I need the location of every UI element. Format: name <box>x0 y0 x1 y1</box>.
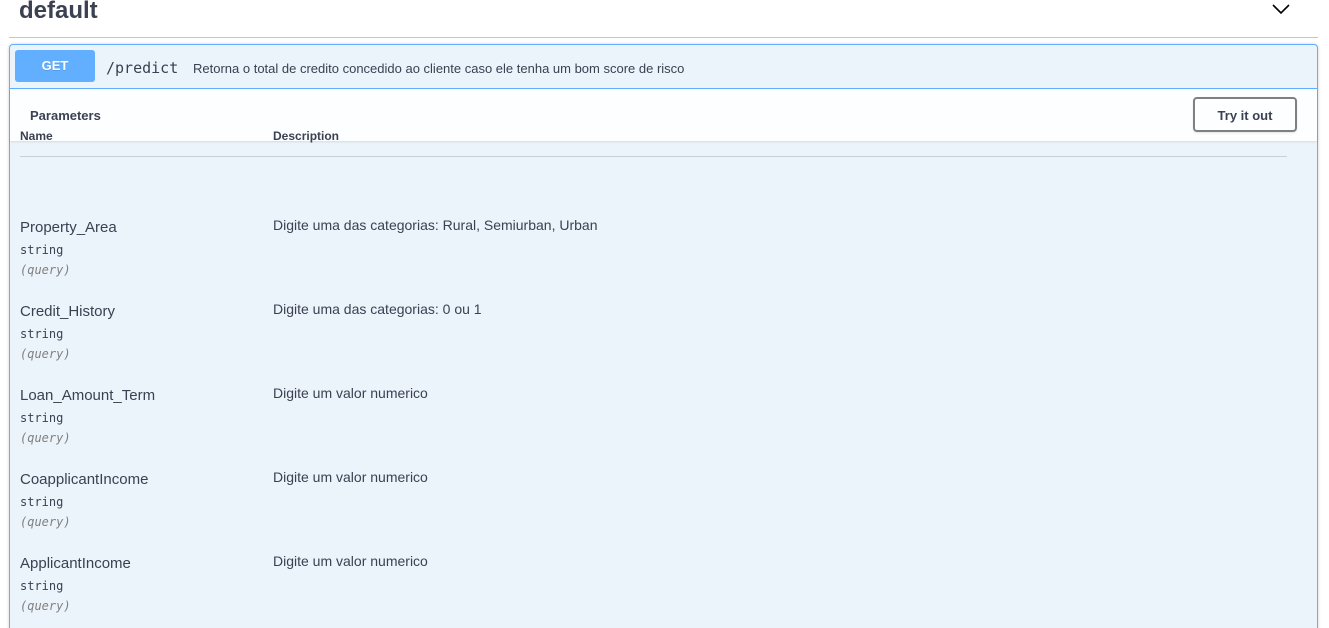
parameters-section-header: Parameters Try it out <box>10 89 1317 141</box>
parameter-name: CoapplicantIncome <box>20 471 149 488</box>
operation-path: /predict <box>106 59 179 77</box>
parameter-description: Digite uma das categorias: 0 ou 1 <box>273 301 482 317</box>
parameter-type: string <box>20 243 64 257</box>
table-row: CoapplicantIncome string (query) Digite … <box>20 469 1287 554</box>
parameter-location: (query) <box>20 347 71 361</box>
column-header-description: Description <box>273 129 340 143</box>
parameter-name: Credit_History <box>20 303 116 320</box>
parameter-type: string <box>20 495 64 509</box>
method-badge: GET <box>15 50 95 82</box>
operation-summary[interactable]: GET /predict Retorna o total de credito … <box>10 45 1317 89</box>
parameter-location: (query) <box>20 599 71 613</box>
parameter-location: (query) <box>20 515 71 529</box>
parameter-description: Digite um valor numerico <box>273 553 428 569</box>
parameter-name: ApplicantIncome <box>20 555 131 572</box>
tag-header[interactable]: default <box>9 0 1318 38</box>
parameter-name: Loan_Amount_Term <box>20 387 156 404</box>
parameter-name: Property_Area <box>20 219 117 236</box>
table-row: Property_Area string (query) Digite uma … <box>20 217 1287 302</box>
table-row: Loan_Amount_Term string (query) Digite u… <box>20 385 1287 470</box>
try-it-out-button[interactable]: Try it out <box>1193 97 1297 132</box>
header-divider <box>20 156 1287 157</box>
table-row: ApplicantIncome string (query) Digite um… <box>20 553 1287 628</box>
parameter-description: Digite um valor numerico <box>273 385 428 401</box>
parameter-type: string <box>20 411 64 425</box>
column-header-name: Name <box>20 129 53 143</box>
parameter-type: string <box>20 327 64 341</box>
swagger-page: default GET /predict Retorna o total de … <box>0 0 1329 628</box>
parameters-title: Parameters <box>30 108 101 123</box>
tag-title[interactable]: default <box>19 0 98 26</box>
parameter-description: Digite um valor numerico <box>273 469 428 485</box>
parameter-type: string <box>20 579 64 593</box>
parameter-location: (query) <box>20 263 71 277</box>
parameter-description: Digite uma das categorias: Rural, Semiur… <box>273 217 598 233</box>
parameter-location: (query) <box>20 431 71 445</box>
table-row: Credit_History string (query) Digite uma… <box>20 301 1287 386</box>
chevron-down-icon[interactable] <box>1270 0 1292 20</box>
operation-description: Retorna o total de credito concedido ao … <box>193 61 685 76</box>
